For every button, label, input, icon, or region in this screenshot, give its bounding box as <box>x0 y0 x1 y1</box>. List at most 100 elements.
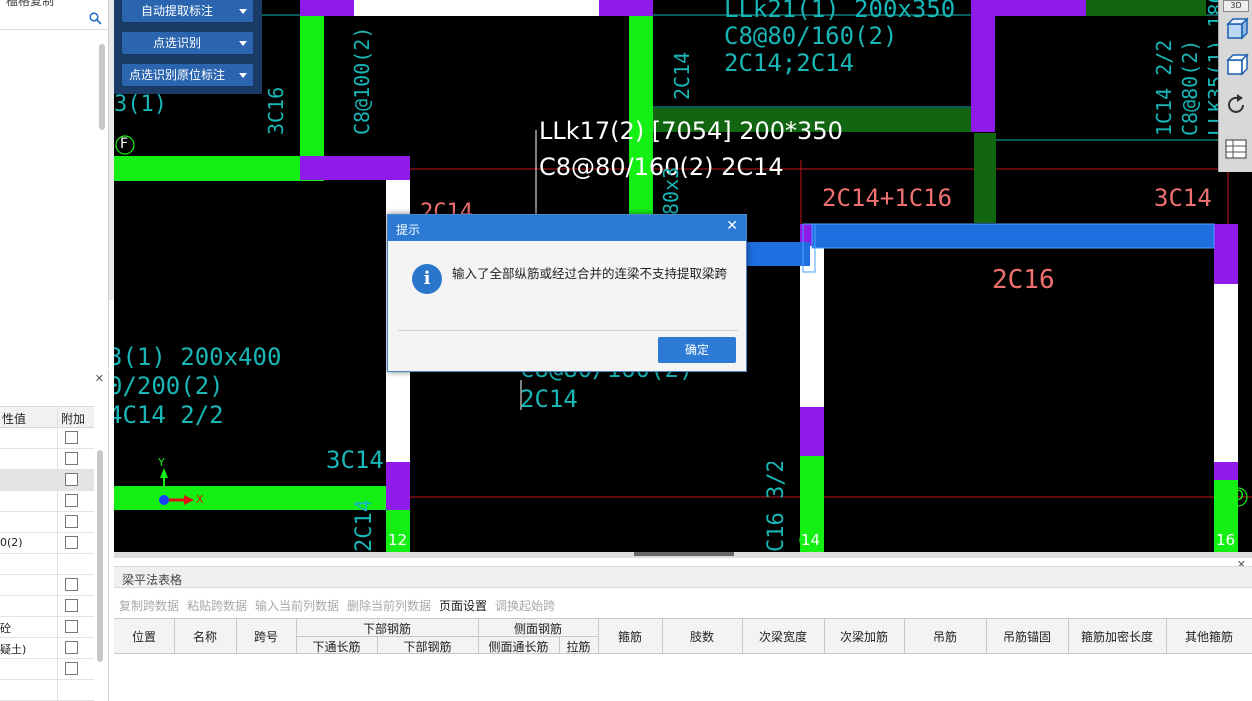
cad-label: C8@100(2) <box>350 26 374 135</box>
property-row[interactable] <box>0 470 94 491</box>
axis-label: D <box>1233 488 1244 504</box>
property-row[interactable] <box>0 491 94 512</box>
property-row[interactable] <box>0 428 94 449</box>
ucs-x-label: X <box>196 493 204 506</box>
extra-checkbox[interactable] <box>65 620 78 633</box>
page-setup-button[interactable]: 页面设置 <box>439 597 487 614</box>
rotate-icon[interactable] <box>1223 92 1249 118</box>
column-header[interactable]: 箍筋 <box>598 628 662 645</box>
column-value-header: 性值 <box>2 412 27 426</box>
cad-label: 3C16 <box>264 86 288 135</box>
property-row[interactable] <box>0 575 94 596</box>
copy-span-button[interactable]: 复制跨数据 <box>119 597 179 614</box>
extra-checkbox[interactable] <box>65 431 78 444</box>
cube-3d-view-icon[interactable] <box>1223 52 1249 78</box>
cad-label: C8@80/160(2) <box>724 22 898 50</box>
column-header[interactable]: 箍筋加密长度 <box>1068 628 1166 645</box>
paste-span-button[interactable]: 粘贴跨数据 <box>187 597 247 614</box>
column-header[interactable]: 拉筋 <box>559 638 598 655</box>
chevron-down-icon[interactable] <box>239 41 247 46</box>
axis-label: E <box>120 160 129 176</box>
point-recognize-in-situ-button[interactable]: 点选识别原位标注 <box>121 63 254 87</box>
extra-checkbox[interactable] <box>65 599 78 612</box>
column-header[interactable]: 吊筋 <box>904 628 986 645</box>
cad-label: 2C14;2C14 <box>724 49 855 77</box>
cad-label: 2C16 <box>992 265 1055 295</box>
delete-column-button[interactable]: 删除当前列数据 <box>347 597 431 614</box>
button-label: 自动提取标注 <box>140 4 213 18</box>
panel-title-bar: 梁平法表格 <box>114 566 1252 588</box>
property-row[interactable] <box>0 554 94 575</box>
button-label: 点选识别 <box>152 36 201 50</box>
point-recognize-button[interactable]: 点选识别 <box>121 31 254 55</box>
search-input[interactable] <box>0 8 108 30</box>
column-header[interactable]: 位置 <box>114 628 174 645</box>
axis-label: 16 <box>1216 531 1236 549</box>
property-row[interactable]: 砼 <box>0 617 94 638</box>
property-row[interactable] <box>0 680 94 701</box>
column-header[interactable]: 次梁宽度 <box>742 628 824 645</box>
divider <box>398 330 738 331</box>
extra-checkbox[interactable] <box>65 641 78 654</box>
property-row[interactable] <box>0 596 94 617</box>
cad-label: 2C14+1C16 <box>822 184 953 212</box>
splitter-grip[interactable] <box>634 552 734 556</box>
cad-label: C8@80/160(2) 2C14 <box>539 153 784 181</box>
extra-checkbox[interactable] <box>65 578 78 591</box>
column-header[interactable]: 次梁加筋 <box>824 628 904 645</box>
chevron-down-icon[interactable] <box>239 73 247 78</box>
table-header: 位置 名称 跨号 下部钢筋 下通长筋 下部钢筋 侧面钢筋 侧面通长筋 拉筋 箍筋… <box>114 618 1252 654</box>
column-header[interactable]: 下通长筋 <box>296 638 377 655</box>
extra-checkbox[interactable] <box>65 473 78 486</box>
cad-label: 2C14 <box>352 500 377 552</box>
extra-checkbox[interactable] <box>65 515 78 528</box>
column-extra-header: 附加 <box>61 412 86 426</box>
cube-top-view-icon[interactable] <box>1223 16 1249 42</box>
info-icon: i <box>412 264 442 294</box>
dialog-titlebar[interactable]: 提示 ✕ <box>388 215 746 241</box>
column-header[interactable]: 侧面通长筋 <box>478 638 559 655</box>
extra-checkbox[interactable] <box>65 494 78 507</box>
layer-settings-icon[interactable] <box>1223 136 1249 162</box>
app-window: 楹格复制 ✕ 性值 附加 0(2) 砼疑土) LLk21(1) 200x350 … <box>0 0 1252 701</box>
extra-checkbox[interactable] <box>65 452 78 465</box>
input-column-button[interactable]: 输入当前列数据 <box>255 597 339 614</box>
panel-title: 梁平法表格 <box>122 573 183 587</box>
column-divider <box>57 406 58 701</box>
3d-icon[interactable]: 3D <box>1223 0 1249 12</box>
property-row[interactable] <box>0 449 94 470</box>
column-header[interactable]: 跨号 <box>236 628 296 645</box>
property-panel: ✕ 性值 附加 0(2) 砼疑土) <box>0 370 109 701</box>
property-row[interactable]: 0(2) <box>0 533 94 554</box>
column-header[interactable]: 名称 <box>174 628 236 645</box>
column-header[interactable]: 下部钢筋 <box>377 638 478 655</box>
cad-label: 2C14 <box>520 385 578 413</box>
cad-label: 1C14 2/2 <box>1152 39 1176 136</box>
column-group-header[interactable]: 侧面钢筋 <box>478 620 598 637</box>
search-icon[interactable] <box>89 12 102 25</box>
column-header[interactable]: 肢数 <box>662 628 742 645</box>
column-header[interactable]: 吊筋锚固 <box>986 628 1068 645</box>
chevron-down-icon[interactable] <box>239 9 247 14</box>
dialog-message: 输入了全部纵筋或经过合并的连梁不支持提取梁跨 <box>452 266 728 281</box>
close-icon[interactable]: ✕ <box>726 218 738 234</box>
property-row[interactable]: 疑土) <box>0 638 94 659</box>
scrollbar[interactable] <box>97 450 103 662</box>
cad-label: 3(1) <box>114 92 167 117</box>
cad-annotation: 3(1) 200x400 0/200(2) 4C14 2/2 <box>114 343 281 430</box>
scrollbar[interactable] <box>99 44 105 130</box>
button-label: 点选识别原位标注 <box>128 68 225 82</box>
extra-checkbox[interactable] <box>65 536 78 549</box>
auto-extract-annotation-button[interactable]: 自动提取标注 <box>121 0 254 23</box>
property-row[interactable] <box>0 659 94 680</box>
prompt-dialog: 提示 ✕ i 输入了全部纵筋或经过合并的连梁不支持提取梁跨 确定 <box>387 214 747 372</box>
left-tree-panel: 楹格复制 <box>0 0 109 368</box>
ok-button[interactable]: 确定 <box>658 337 736 363</box>
extra-checkbox[interactable] <box>65 662 78 675</box>
cad-label: 80x3 <box>659 166 683 215</box>
close-icon[interactable]: ✕ <box>95 372 104 385</box>
column-group-header[interactable]: 下部钢筋 <box>296 620 478 637</box>
property-row[interactable] <box>0 512 94 533</box>
column-header[interactable]: 其他箍筋 <box>1166 628 1252 645</box>
swap-start-span-button[interactable]: 调换起始跨 <box>495 597 555 614</box>
